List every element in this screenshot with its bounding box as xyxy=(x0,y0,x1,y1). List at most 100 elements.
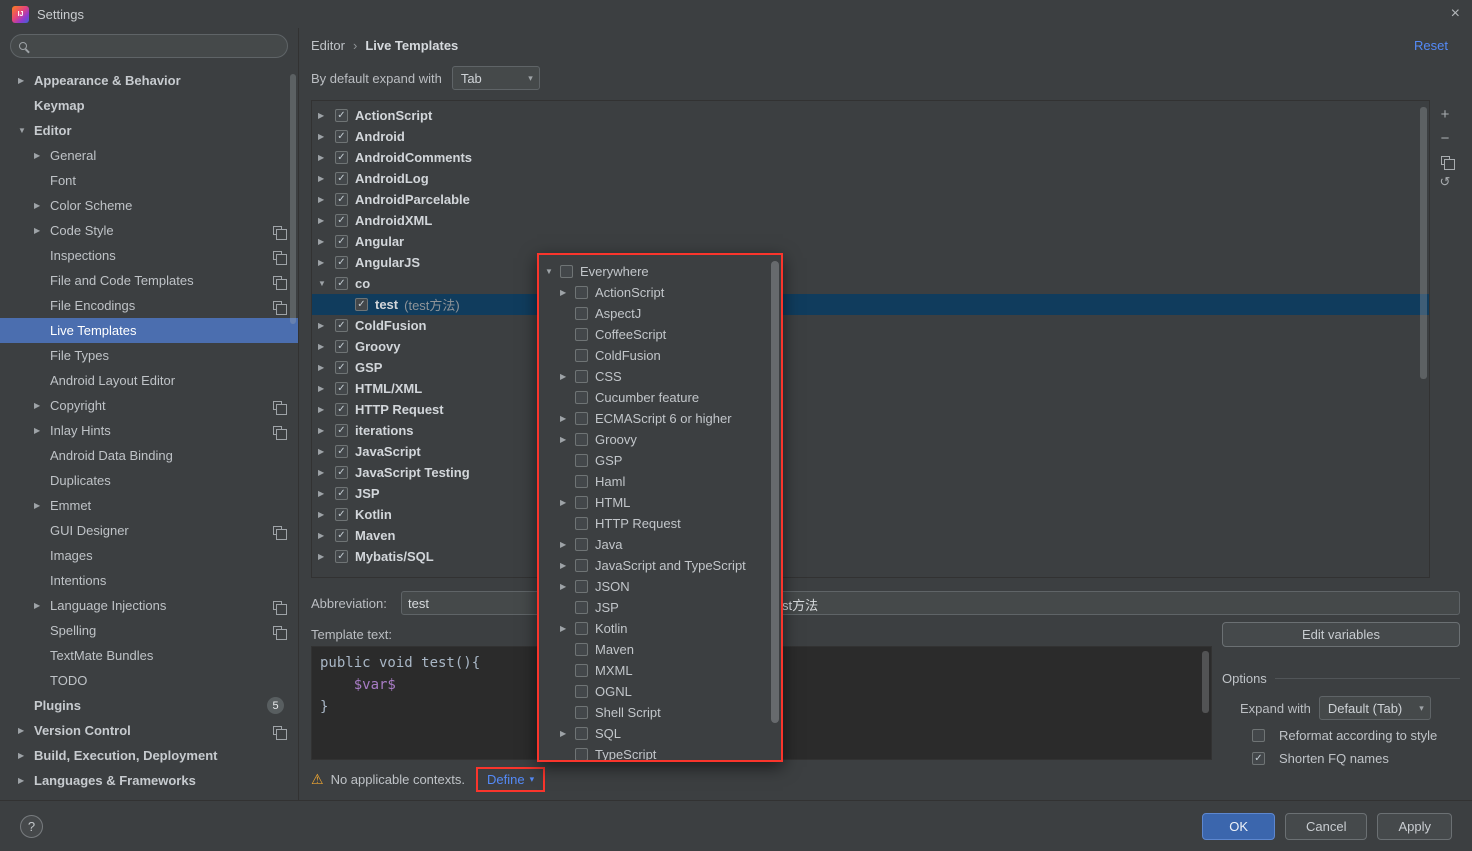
checkbox[interactable] xyxy=(335,130,348,143)
description-field[interactable]: st方法 xyxy=(683,591,1460,615)
checkbox[interactable] xyxy=(335,319,348,332)
expand-arrow-icon[interactable]: ▶ xyxy=(34,226,50,235)
expand-arrow-icon[interactable]: ▶ xyxy=(318,111,335,120)
checkbox[interactable] xyxy=(575,664,588,677)
template-group-androidparcelable[interactable]: ▶AndroidParcelable xyxy=(312,189,1429,210)
context-item-shell-script[interactable]: Shell Script xyxy=(539,702,781,723)
expand-arrow-icon[interactable]: ▶ xyxy=(560,561,575,570)
checkbox[interactable] xyxy=(335,508,348,521)
expand-arrow-icon[interactable]: ▶ xyxy=(318,321,335,330)
expand-arrow-icon[interactable]: ▶ xyxy=(18,76,34,85)
context-item-cucumber-feature[interactable]: Cucumber feature xyxy=(539,387,781,408)
sidebar-item-images[interactable]: Images xyxy=(0,543,298,568)
checkbox[interactable] xyxy=(575,454,588,467)
sidebar-item-inlay-hints[interactable]: ▶Inlay Hints xyxy=(0,418,298,443)
checkbox[interactable] xyxy=(575,748,588,761)
template-group-angular[interactable]: ▶Angular xyxy=(312,231,1429,252)
checkbox[interactable] xyxy=(575,643,588,656)
template-group-androidcomments[interactable]: ▶AndroidComments xyxy=(312,147,1429,168)
checkbox[interactable] xyxy=(575,685,588,698)
sidebar-item-spelling[interactable]: Spelling xyxy=(0,618,298,643)
expand-with-dropdown[interactable]: Default (Tab) ▾ xyxy=(1319,696,1431,720)
expand-arrow-icon[interactable]: ▶ xyxy=(560,729,575,738)
checkbox[interactable] xyxy=(335,382,348,395)
checkbox[interactable] xyxy=(575,286,588,299)
expand-arrow-icon[interactable]: ▶ xyxy=(318,258,335,267)
expand-arrow-icon[interactable]: ▶ xyxy=(560,624,575,633)
sidebar-item-keymap[interactable]: Keymap xyxy=(0,93,298,118)
sidebar-item-appearance-behavior[interactable]: ▶Appearance & Behavior xyxy=(0,68,298,93)
edit-variables-button[interactable]: Edit variables xyxy=(1222,622,1460,647)
checkbox[interactable] xyxy=(335,424,348,437)
checkbox[interactable] xyxy=(335,466,348,479)
expand-arrow-icon[interactable]: ▶ xyxy=(34,401,50,410)
checkbox[interactable] xyxy=(575,412,588,425)
expand-arrow-icon[interactable]: ▶ xyxy=(34,201,50,210)
context-item-http-request[interactable]: HTTP Request xyxy=(539,513,781,534)
close-icon[interactable]: × xyxy=(1451,6,1460,22)
sidebar-item-emmet[interactable]: ▶Emmet xyxy=(0,493,298,518)
checkbox[interactable] xyxy=(335,151,348,164)
sidebar-item-live-templates[interactable]: Live Templates xyxy=(0,318,298,343)
template-group-kotlin[interactable]: ▶Kotlin xyxy=(312,504,1429,525)
checkbox[interactable] xyxy=(335,487,348,500)
checkbox[interactable] xyxy=(575,538,588,551)
checkbox[interactable] xyxy=(575,370,588,383)
context-item-everywhere[interactable]: ▼Everywhere xyxy=(539,261,781,282)
expand-arrow-icon[interactable]: ▶ xyxy=(318,216,335,225)
checkbox[interactable] xyxy=(575,601,588,614)
template-group-iterations[interactable]: ▶iterations xyxy=(312,420,1429,441)
context-item-jsp[interactable]: JSP xyxy=(539,597,781,618)
checkbox[interactable] xyxy=(335,235,348,248)
duplicate-icon[interactable] xyxy=(1441,156,1450,165)
context-item-actionscript[interactable]: ▶ActionScript xyxy=(539,282,781,303)
tree-scrollbar[interactable] xyxy=(1420,107,1427,379)
context-item-gsp[interactable]: GSP xyxy=(539,450,781,471)
context-item-maven[interactable]: Maven xyxy=(539,639,781,660)
sidebar-item-version-control[interactable]: ▶Version Control xyxy=(0,718,298,743)
sidebar-item-copyright[interactable]: ▶Copyright xyxy=(0,393,298,418)
template-group-gsp[interactable]: ▶GSP xyxy=(312,357,1429,378)
expand-arrow-icon[interactable]: ▶ xyxy=(560,498,575,507)
checkbox[interactable] xyxy=(575,706,588,719)
template-group-javascript[interactable]: ▶JavaScript xyxy=(312,441,1429,462)
checkbox[interactable] xyxy=(335,403,348,416)
revert-icon[interactable]: ↺ xyxy=(1440,175,1451,189)
expand-arrow-icon[interactable]: ▶ xyxy=(318,510,335,519)
expand-arrow-icon[interactable]: ▶ xyxy=(318,468,335,477)
expand-arrow-icon[interactable]: ▶ xyxy=(18,726,34,735)
context-item-ognl[interactable]: OGNL xyxy=(539,681,781,702)
sidebar-item-editor[interactable]: ▼Editor xyxy=(0,118,298,143)
expand-arrow-icon[interactable]: ▶ xyxy=(318,237,335,246)
checkbox[interactable] xyxy=(1252,729,1265,742)
expand-arrow-icon[interactable]: ▶ xyxy=(560,435,575,444)
sidebar-item-color-scheme[interactable]: ▶Color Scheme xyxy=(0,193,298,218)
template-group-android[interactable]: ▶Android xyxy=(312,126,1429,147)
template-group-javascript-testing[interactable]: ▶JavaScript Testing xyxy=(312,462,1429,483)
template-group-maven[interactable]: ▶Maven xyxy=(312,525,1429,546)
expand-arrow-icon[interactable]: ▶ xyxy=(318,384,335,393)
template-group-angularjs[interactable]: ▶AngularJS xyxy=(312,252,1429,273)
checkbox[interactable] xyxy=(1252,752,1265,765)
expand-arrow-icon[interactable]: ▶ xyxy=(34,601,50,610)
checkbox[interactable] xyxy=(335,172,348,185)
template-group-groovy[interactable]: ▶Groovy xyxy=(312,336,1429,357)
context-item-sql[interactable]: ▶SQL xyxy=(539,723,781,744)
checkbox[interactable] xyxy=(575,496,588,509)
expand-arrow-icon[interactable]: ▶ xyxy=(34,151,50,160)
expand-arrow-icon[interactable]: ▶ xyxy=(34,426,50,435)
breadcrumb-editor[interactable]: Editor xyxy=(311,38,345,53)
sidebar-item-todo[interactable]: TODO xyxy=(0,668,298,693)
ok-button[interactable]: OK xyxy=(1202,813,1275,840)
template-group-actionscript[interactable]: ▶ActionScript xyxy=(312,105,1429,126)
define-link[interactable]: Define xyxy=(487,772,525,787)
checkbox[interactable] xyxy=(335,256,348,269)
context-item-haml[interactable]: Haml xyxy=(539,471,781,492)
expand-arrow-icon[interactable]: ▶ xyxy=(560,414,575,423)
checkbox[interactable] xyxy=(575,727,588,740)
editor-scrollbar[interactable] xyxy=(1202,651,1209,713)
context-item-javascript-and-typescript[interactable]: ▶JavaScript and TypeScript xyxy=(539,555,781,576)
checkbox[interactable] xyxy=(335,445,348,458)
sidebar-item-duplicates[interactable]: Duplicates xyxy=(0,468,298,493)
sidebar-item-file-types[interactable]: File Types xyxy=(0,343,298,368)
